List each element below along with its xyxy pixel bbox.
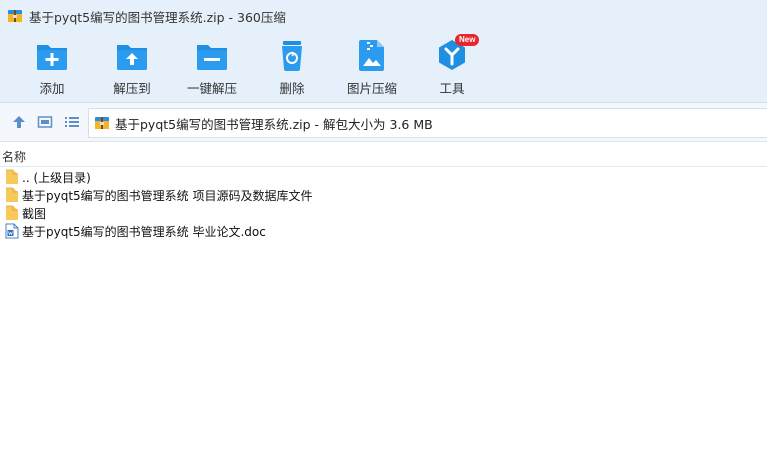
tools-icon-wrap: New	[435, 34, 480, 72]
thumbnail-view-icon[interactable]	[37, 114, 53, 130]
list-item-name: 截图	[22, 206, 47, 221]
window-title: 基于pyqt5编写的图书管理系统.zip - 360压缩	[29, 9, 286, 25]
address-row: 基于pyqt5编写的图书管理系统.zip - 解包大小为 3.6 MB	[0, 103, 767, 142]
list-item-name: 基于pyqt5编写的图书管理系统 项目源码及数据库文件	[22, 188, 313, 203]
tools-button[interactable]: New 工具	[412, 34, 492, 98]
list-item-name: 基于pyqt5编写的图书管理系统 毕业论文.doc	[22, 224, 266, 239]
extract-to-label: 解压到	[113, 81, 151, 96]
address-text: 基于pyqt5编写的图书管理系统.zip - 解包大小为 3.6 MB	[115, 116, 433, 132]
one-click-extract-icon	[197, 45, 227, 70]
tools-label: 工具	[439, 81, 465, 96]
delete-label: 删除	[279, 81, 305, 96]
image-compress-label: 图片压缩	[346, 81, 397, 96]
image-compress-button[interactable]: 图片压缩	[332, 38, 412, 98]
list-item-name: .. (上级目录)	[22, 170, 91, 185]
name-column-header[interactable]: 名称	[2, 148, 26, 165]
file-list: .. (上级目录) 基于pyqt5编写的图书管理系统 项目源码及数据库文件 截图…	[0, 168, 767, 240]
list-view-icon[interactable]	[64, 114, 80, 130]
column-header: 名称	[0, 142, 767, 167]
trash-icon	[282, 41, 302, 71]
image-compress-icon	[359, 40, 384, 71]
add-button[interactable]: 添加	[12, 38, 92, 98]
one-click-extract-label: 一键解压	[186, 81, 237, 96]
zip-app-icon	[8, 10, 22, 22]
address-bar[interactable]: 基于pyqt5编写的图书管理系统.zip - 解包大小为 3.6 MB	[88, 108, 767, 138]
word-document-icon	[5, 223, 19, 239]
add-label: 添加	[39, 81, 65, 96]
folder-icon	[6, 169, 18, 184]
one-click-extract-button[interactable]: 一键解压	[172, 38, 252, 98]
folder-icon	[6, 187, 18, 202]
up-arrow-icon[interactable]	[11, 114, 27, 130]
add-icon	[37, 45, 67, 70]
folder-icon	[6, 205, 18, 220]
title-bar: 基于pyqt5编写的图书管理系统.zip - 360压缩	[0, 0, 767, 32]
toolbar: 添加 解压到 一键解压 删除 图片压缩 New 工具	[0, 32, 767, 103]
extract-to-icon	[117, 45, 147, 70]
list-item-parent-folder[interactable]: .. (上级目录)	[0, 168, 767, 186]
zip-file-icon	[95, 117, 109, 129]
list-item-doc-file[interactable]: 基于pyqt5编写的图书管理系统 毕业论文.doc	[0, 222, 767, 240]
new-badge: New	[455, 34, 480, 46]
list-item-folder-screenshots[interactable]: 截图	[0, 204, 767, 222]
extract-to-button[interactable]: 解压到	[92, 38, 172, 98]
list-item-folder-source[interactable]: 基于pyqt5编写的图书管理系统 项目源码及数据库文件	[0, 186, 767, 204]
delete-button[interactable]: 删除	[252, 38, 332, 98]
